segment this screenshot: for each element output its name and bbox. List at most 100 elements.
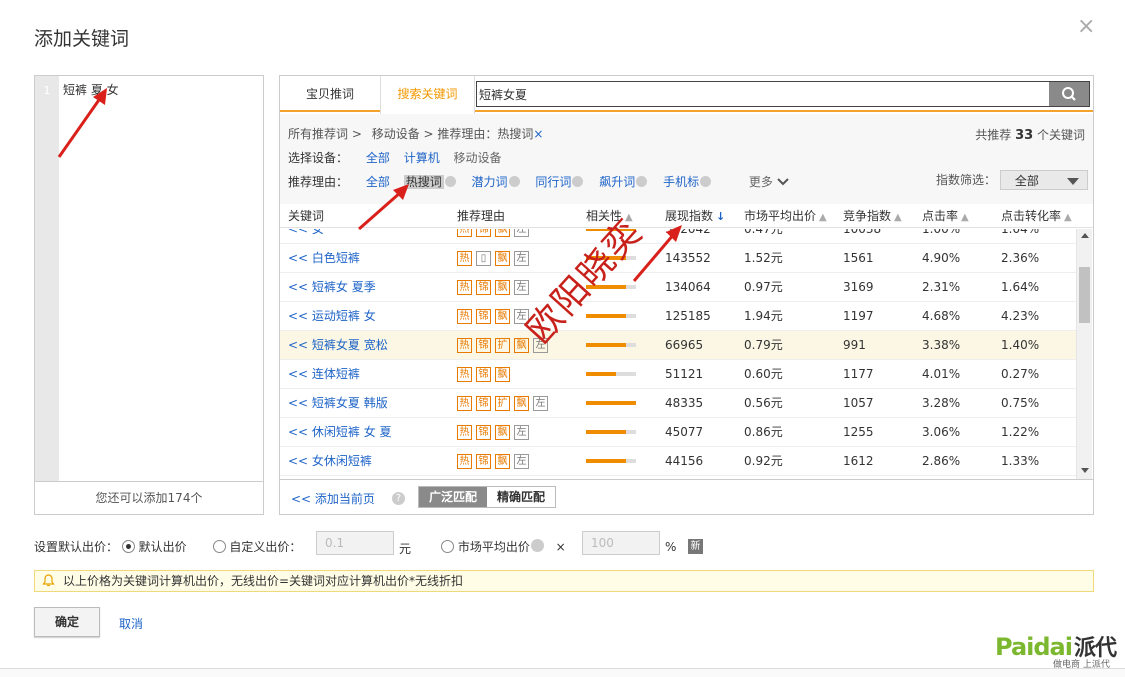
keyword-link[interactable]: << 运动短裤 女 xyxy=(288,302,376,330)
keyword-link[interactable]: << 短裤女夏 宽松 xyxy=(288,331,388,359)
radio-market-bid[interactable] xyxy=(441,540,454,553)
total-number: 33 xyxy=(1015,128,1034,143)
keyword-link[interactable]: << 白色短裤 xyxy=(288,244,360,272)
reason-badges: 热 ▯ 飘左 xyxy=(457,244,533,272)
tab-search-keywords[interactable]: 搜索关键词 xyxy=(380,76,475,114)
table-footer: << 添加当前页 ? 广泛匹配 精确匹配 xyxy=(280,479,1093,514)
reason-badges: 热锦飘左 xyxy=(457,418,533,446)
keyword-link[interactable]: << 连体短裤 xyxy=(288,360,360,388)
breadcrumb-remove-icon[interactable]: × xyxy=(533,127,543,141)
reason-option-peer[interactable]: 同行词 xyxy=(535,175,571,189)
table-row[interactable]: << 运动短裤 女热锦飘左 125185 1.94元 1197 4.68% 4.23% xyxy=(280,302,1076,331)
relevance-bar xyxy=(586,401,636,405)
sort-up-icon[interactable]: ▲ xyxy=(961,212,969,223)
help-icon[interactable]: ? xyxy=(392,492,405,505)
cvr-value: 2.36% xyxy=(1001,251,1040,265)
reason-badge: 锦 xyxy=(476,280,491,295)
device-option-computer[interactable]: 计算机 xyxy=(404,151,440,165)
competition-value: 1057 xyxy=(843,396,874,410)
competition-value: 1197 xyxy=(843,309,874,323)
keyword-link[interactable]: << 短裤女 夏季 xyxy=(288,273,376,301)
radio-custom-bid[interactable] xyxy=(212,540,226,553)
sort-up-icon[interactable]: ▲ xyxy=(819,212,827,223)
reason-badge: 飘 xyxy=(495,425,510,440)
keyword-link[interactable]: << 休闲短裤 女 夏 xyxy=(288,418,392,446)
table-row[interactable]: << 连体短裤 热锦飘 51121 0.60元 1177 4.01% 0.27% xyxy=(280,360,1076,389)
cvr-value: 0.27% xyxy=(1001,367,1040,381)
search-button[interactable] xyxy=(1049,82,1089,106)
percent-unit: % xyxy=(665,540,677,554)
exact-match-button[interactable]: 精确匹配 xyxy=(487,487,555,507)
close-icon[interactable]: × xyxy=(1077,14,1095,39)
keyword-link[interactable]: << 女休闲短裤 xyxy=(288,447,372,475)
tab-item-recommend[interactable]: 宝贝推词 xyxy=(280,76,380,112)
custom-bid-input[interactable]: 0.1 xyxy=(316,531,394,555)
help-icon[interactable] xyxy=(508,176,520,187)
relevance-bar xyxy=(586,314,636,318)
impressions-value: 51121 xyxy=(665,367,704,381)
reason-more[interactable]: 更多 xyxy=(749,175,773,189)
scroll-down-icon[interactable] xyxy=(1081,468,1089,473)
index-filter: 指数筛选： 全部 xyxy=(936,170,1088,190)
keyword-link[interactable]: << 短裤女夏 韩版 xyxy=(288,389,388,417)
keyword-link[interactable]: << 女 xyxy=(288,229,324,243)
reason-badge: 锦 xyxy=(476,396,491,411)
annotation-arrow xyxy=(57,88,107,158)
competition-value: 3169 xyxy=(843,280,874,294)
cvr-value: 1.04% xyxy=(1001,229,1040,236)
help-icon[interactable] xyxy=(636,176,648,187)
col-keyword: 关键词 xyxy=(288,209,325,223)
reason-badge: 飘 xyxy=(495,229,510,237)
add-current-page-link[interactable]: << 添加当前页 xyxy=(291,490,375,507)
reason-badge: 左 xyxy=(514,229,529,237)
help-icon[interactable] xyxy=(530,539,544,552)
sort-up-icon[interactable]: ▲ xyxy=(1064,212,1072,223)
search-input[interactable] xyxy=(479,84,1045,104)
relevance-fill xyxy=(586,401,636,405)
reason-badge: 左 xyxy=(533,396,548,411)
reason-option-mobile[interactable]: 手机标 xyxy=(663,175,699,189)
market-percent-input[interactable]: 100 xyxy=(582,531,660,555)
col-avg-bid[interactable]: 市场平均出价 ▲ xyxy=(744,204,827,230)
table-row[interactable]: << 短裤女夏 韩版 热锦扩飘左 48335 0.56元 1057 3.28% 0.75% xyxy=(280,389,1076,418)
broad-match-button[interactable]: 广泛匹配 xyxy=(419,487,487,507)
reason-badge: 热 xyxy=(457,229,472,237)
reason-badges: 热锦飘左 xyxy=(457,447,533,475)
col-cvr[interactable]: 点击转化率 ▲ xyxy=(1001,204,1072,230)
breadcrumb: 所有推荐词 > 移动设备 > 推荐理由：热搜词× xyxy=(288,126,543,142)
help-icon[interactable] xyxy=(700,176,712,187)
radio-default-label: 默认出价 xyxy=(138,540,187,554)
help-icon[interactable] xyxy=(572,176,584,187)
reason-option-potential[interactable]: 潜力词 xyxy=(472,175,508,189)
reason-badges: 热锦飘 xyxy=(457,360,514,388)
cvr-value: 1.33% xyxy=(1001,454,1040,468)
radio-default-bid[interactable] xyxy=(121,540,135,553)
ctr-value: 4.90% xyxy=(922,251,961,265)
sort-down-icon[interactable]: ↓ xyxy=(716,210,725,223)
help-icon[interactable] xyxy=(444,176,456,187)
custom-bid-unit: 元 xyxy=(399,542,412,556)
col-ctr[interactable]: 点击率 ▲ xyxy=(922,204,969,230)
device-option-all[interactable]: 全部 xyxy=(366,151,390,165)
device-option-mobile[interactable]: 移动设备 xyxy=(454,151,502,165)
reason-badge: 飘 xyxy=(495,309,510,324)
radio-market-label: 市场平均出价 xyxy=(457,540,530,554)
confirm-button[interactable]: 确定 xyxy=(34,607,100,637)
table-row[interactable]: << 女休闲短裤 热锦飘左 44156 0.92元 1612 2.86% 1.33% xyxy=(280,447,1076,476)
sort-up-icon[interactable]: ▲ xyxy=(894,212,902,223)
competition-value: 1177 xyxy=(843,367,874,381)
breadcrumb-all[interactable]: 所有推荐词 > xyxy=(288,127,362,141)
col-competition[interactable]: 竞争指数 ▲ xyxy=(843,204,902,230)
ctr-value: 3.06% xyxy=(922,425,961,439)
index-filter-select[interactable]: 全部 xyxy=(999,170,1088,190)
scroll-up-icon[interactable] xyxy=(1081,233,1089,238)
scrollbar[interactable] xyxy=(1076,229,1092,479)
chevron-down-icon[interactable] xyxy=(777,177,789,187)
table-row[interactable]: << 短裤女夏 宽松热锦扩飘左 66965 0.79元 991 3.38% 1.40% xyxy=(280,331,1076,360)
cancel-link[interactable]: 取消 xyxy=(119,615,143,632)
scroll-thumb[interactable] xyxy=(1079,267,1090,323)
reason-option-rising[interactable]: 飙升词 xyxy=(599,175,635,189)
ctr-value: 3.28% xyxy=(922,396,961,410)
relevance-fill xyxy=(586,343,626,347)
table-row[interactable]: << 休闲短裤 女 夏 热锦飘左 45077 0.86元 1255 3.06% 1.22% xyxy=(280,418,1076,447)
